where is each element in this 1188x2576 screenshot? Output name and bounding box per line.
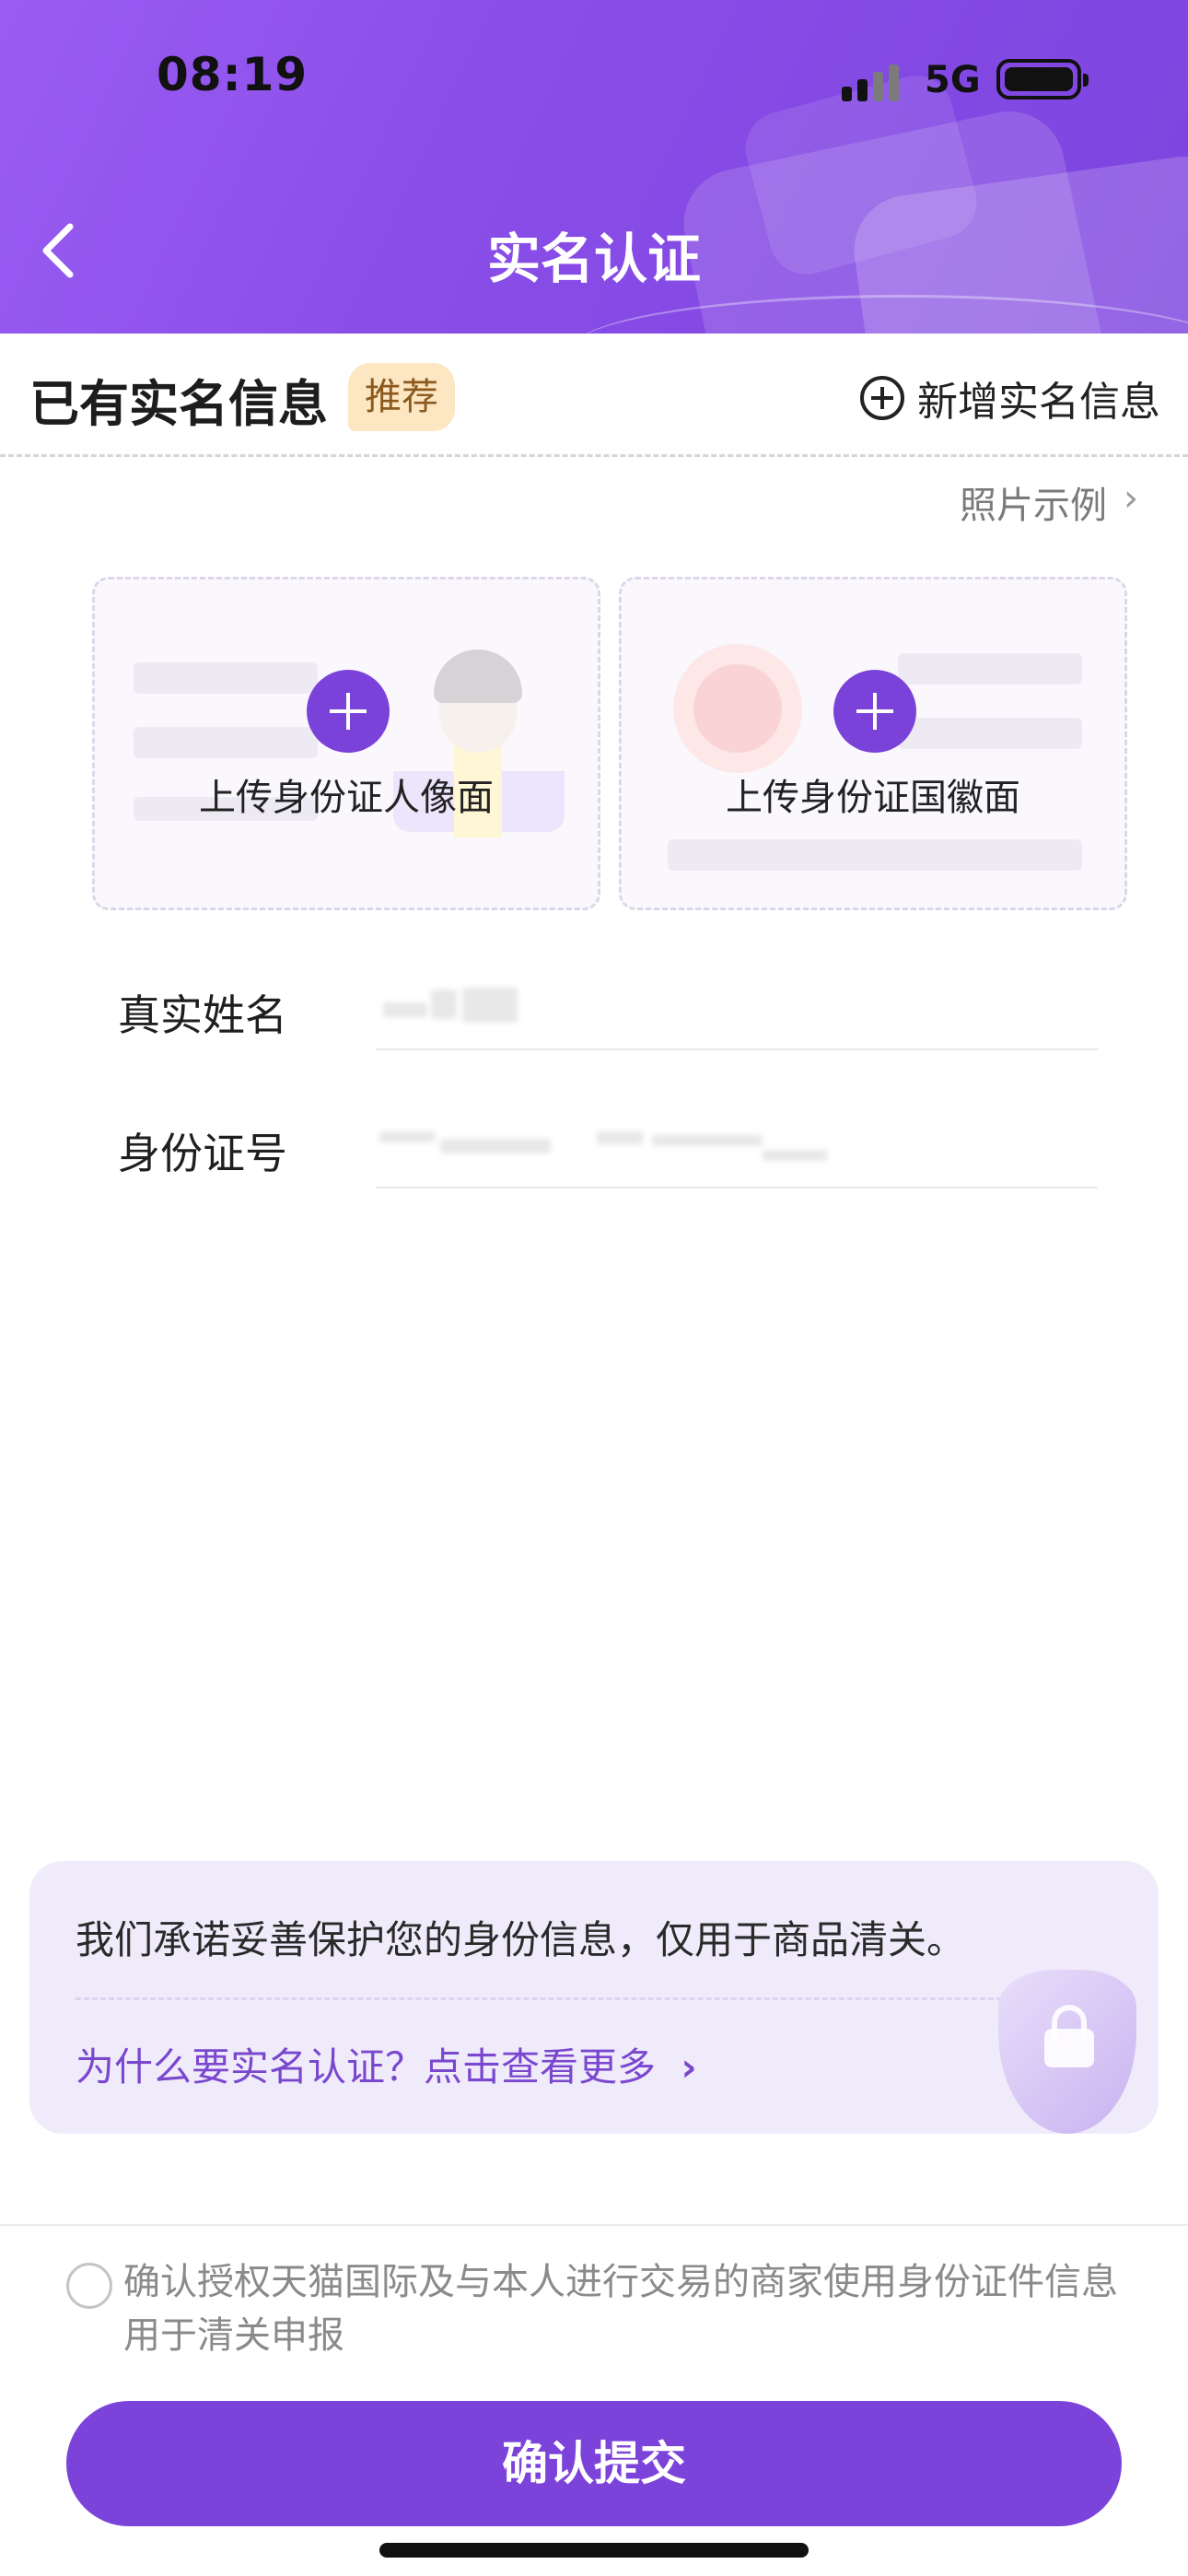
upload-front-label: 上传身份证人像面 [199, 777, 494, 819]
redacted-text [379, 1131, 435, 1142]
home-indicator [379, 2543, 809, 2558]
add-realname-label: 新增实名信息 [917, 379, 1160, 426]
id-row: 身份证号 [0, 1083, 1188, 1222]
status-time: 08:19 [157, 48, 309, 101]
section-title: 已有实名信息 [29, 375, 328, 433]
placeholder-line [134, 727, 318, 758]
upload-id-back[interactable]: 上传身份证国徽面 [619, 577, 1127, 910]
header-bar: 08:19 5G 实名认证 [0, 0, 1188, 334]
promise-text: 我们承诺妥善保护您的身份信息，仅用于商品清关。 [76, 1917, 966, 1962]
placeholder-line [134, 662, 318, 694]
chevron-right-icon: › [1124, 477, 1138, 520]
divider [376, 1048, 1098, 1050]
redacted-text [652, 1135, 763, 1146]
name-label: 真实姓名 [118, 990, 287, 1040]
divider [0, 2224, 1188, 2226]
name-row: 真实姓名 [0, 945, 1188, 1083]
network-type: 5G [925, 59, 981, 101]
why-verify-label: 为什么要实名认证？点击查看更多 [76, 2044, 657, 2090]
recommend-badge: 推荐 [348, 363, 455, 431]
redacted-text [597, 1131, 643, 1144]
placeholder-line [668, 839, 1082, 871]
redacted-text [763, 1150, 827, 1161]
photo-example-label: 照片示例 [960, 485, 1107, 527]
portrait-placeholder [434, 650, 522, 703]
chevron-right-icon: › [681, 2044, 697, 2090]
redacted-text [431, 989, 457, 1019]
privacy-promise-card: 我们承诺妥善保护您的身份信息，仅用于商品清关。 为什么要实名认证？点击查看更多 … [29, 1861, 1159, 2134]
redacted-text [383, 1002, 427, 1017]
divider [76, 1997, 1052, 2000]
name-input[interactable] [376, 969, 1098, 1043]
page-title: 实名认证 [486, 228, 701, 290]
upload-id-front[interactable]: 上传身份证人像面 [92, 577, 600, 910]
placeholder-line [898, 718, 1082, 749]
plus-icon [833, 670, 916, 753]
photo-example-link[interactable]: 照片示例 › [960, 475, 1138, 529]
upload-back-label: 上传身份证国徽面 [726, 777, 1020, 819]
id-number-input[interactable] [376, 1107, 1098, 1181]
placeholder-line [898, 653, 1082, 685]
agreement-checkbox[interactable] [66, 2263, 112, 2309]
divider [376, 1187, 1098, 1188]
id-label: 身份证号 [118, 1129, 287, 1178]
battery-icon [996, 59, 1089, 100]
agreement-text: 确认授权天猫国际及与本人进行交易的商家使用身份证件信息用于清关申报 [123, 2261, 1118, 2357]
submit-button[interactable]: 确认提交 [66, 2401, 1122, 2526]
plus-circle-icon [860, 376, 904, 420]
existing-info-section: 已有实名信息 推荐 新增实名信息 [0, 334, 1188, 457]
emblem-placeholder [673, 644, 802, 773]
plus-icon [307, 670, 390, 753]
signal-icon [842, 64, 906, 101]
redacted-text [462, 988, 518, 1023]
shield-lock-icon [998, 1970, 1136, 2134]
why-verify-link[interactable]: 为什么要实名认证？点击查看更多 › [76, 2036, 697, 2092]
add-realname-button[interactable]: 新增实名信息 [860, 369, 1160, 427]
redacted-text [440, 1139, 551, 1153]
